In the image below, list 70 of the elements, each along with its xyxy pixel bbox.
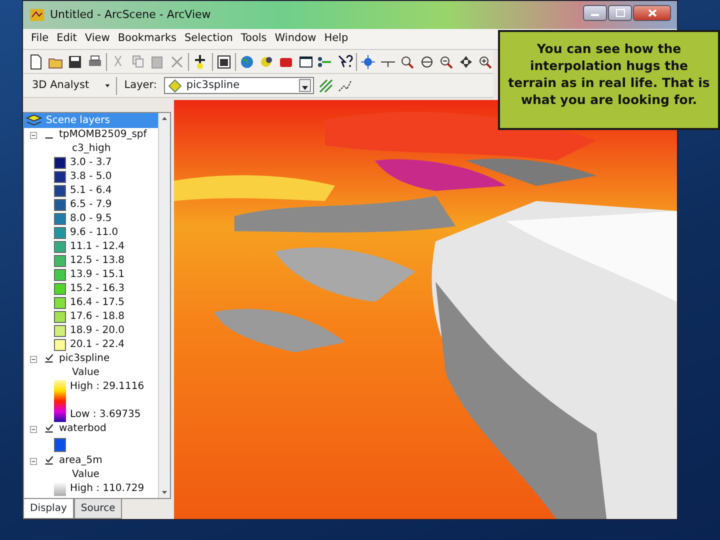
layer-label: Layer: — [123, 78, 158, 93]
collapse-icon[interactable] — [28, 354, 39, 364]
legend-label: 15.2 - 16.3 — [70, 282, 124, 296]
menu-item[interactable]: View — [80, 30, 114, 48]
menu-item[interactable]: Help — [320, 30, 352, 48]
legend-label: 20.1 - 22.4 — [70, 338, 124, 352]
menu-item[interactable]: Window — [270, 30, 320, 48]
field-name: c3_high — [72, 142, 111, 156]
tab[interactable]: Source — [74, 499, 122, 519]
legend-label: 5.1 - 6.4 — [70, 184, 112, 198]
app-icon — [29, 7, 45, 23]
maximize-button[interactable] — [608, 5, 632, 21]
new-file-icon[interactable] — [28, 54, 44, 70]
window-icon[interactable] — [216, 54, 232, 70]
save-icon[interactable] — [67, 54, 83, 70]
maximize-icon — [616, 9, 624, 17]
layer-dropdown[interactable]: pic3spline — [164, 77, 314, 94]
close-button[interactable] — [633, 5, 671, 21]
layer-name: area_5m — [59, 454, 102, 468]
frame-icon[interactable] — [298, 54, 314, 70]
navigate-icon[interactable] — [360, 54, 376, 70]
scrollbar[interactable] — [158, 113, 170, 498]
layer-name: pic3spline — [59, 352, 110, 366]
legend-label: High : 110.729 — [70, 482, 144, 496]
legend-label: 17.6 - 18.8 — [70, 310, 124, 324]
collapse-icon[interactable] — [28, 130, 39, 140]
menu-item[interactable]: Tools — [236, 30, 271, 48]
legend-label: 12.5 - 13.8 — [70, 254, 124, 268]
legend-label: 11.1 - 12.4 — [70, 240, 124, 254]
field-name: Value — [72, 468, 100, 482]
pan-icon[interactable] — [458, 54, 474, 70]
globe-icon[interactable] — [239, 54, 255, 70]
color-ramp — [54, 380, 66, 422]
zoom-in-out-icon[interactable] — [438, 54, 454, 70]
toc-title: Scene layers — [46, 114, 110, 128]
legend-label: 6.5 - 7.9 — [70, 198, 112, 212]
callout-text: You can see how the interpolation hugs the terrain as in real life. That is what you are looking for. — [498, 30, 720, 130]
menu-item[interactable]: Edit — [52, 30, 81, 48]
legend-label: Low : 3.69735 — [70, 408, 141, 422]
tab[interactable]: Display — [23, 499, 74, 519]
zoom-in-icon[interactable] — [477, 54, 493, 70]
hatch-icon[interactable] — [318, 78, 334, 94]
legend-label: 8.0 - 9.5 — [70, 212, 112, 226]
field-name: Value — [72, 366, 100, 380]
legend-label: 13.9 - 15.1 — [70, 268, 124, 282]
menu-item[interactable]: File — [27, 30, 53, 48]
legend-label: 16.4 - 17.5 — [70, 296, 124, 310]
checkbox[interactable] — [43, 455, 55, 467]
layer-name: tpMOMB2509_spf — [59, 128, 147, 142]
window-title: Untitled - ArcScene - ArcView — [50, 6, 211, 23]
legend-label: High : 29.1116 — [70, 380, 144, 394]
raster-layer-icon — [167, 78, 184, 94]
layer-name: waterbod — [59, 422, 106, 436]
help-icon[interactable] — [336, 54, 352, 70]
legend-label: 9.6 - 11.0 — [70, 226, 118, 240]
collapse-icon[interactable] — [28, 456, 39, 466]
legend-label: 3.8 - 5.0 — [70, 170, 112, 184]
toolbar-menu[interactable]: 3D Analyst — [28, 76, 100, 94]
collapse-icon[interactable] — [28, 424, 39, 434]
menu-item[interactable]: Selection — [180, 30, 237, 48]
checkbox[interactable] — [43, 423, 55, 435]
menu-item[interactable]: Bookmarks — [114, 30, 181, 48]
color-ramp — [54, 482, 66, 496]
close-icon — [648, 9, 656, 17]
add-data-icon[interactable] — [192, 54, 208, 70]
minimize-button[interactable] — [583, 5, 607, 21]
zoom-target-icon[interactable] — [399, 54, 415, 70]
legend-label: 3.0 - 3.7 — [70, 156, 112, 170]
legend-label: 18.9 - 20.0 — [70, 324, 124, 338]
checkbox[interactable] — [43, 353, 55, 365]
